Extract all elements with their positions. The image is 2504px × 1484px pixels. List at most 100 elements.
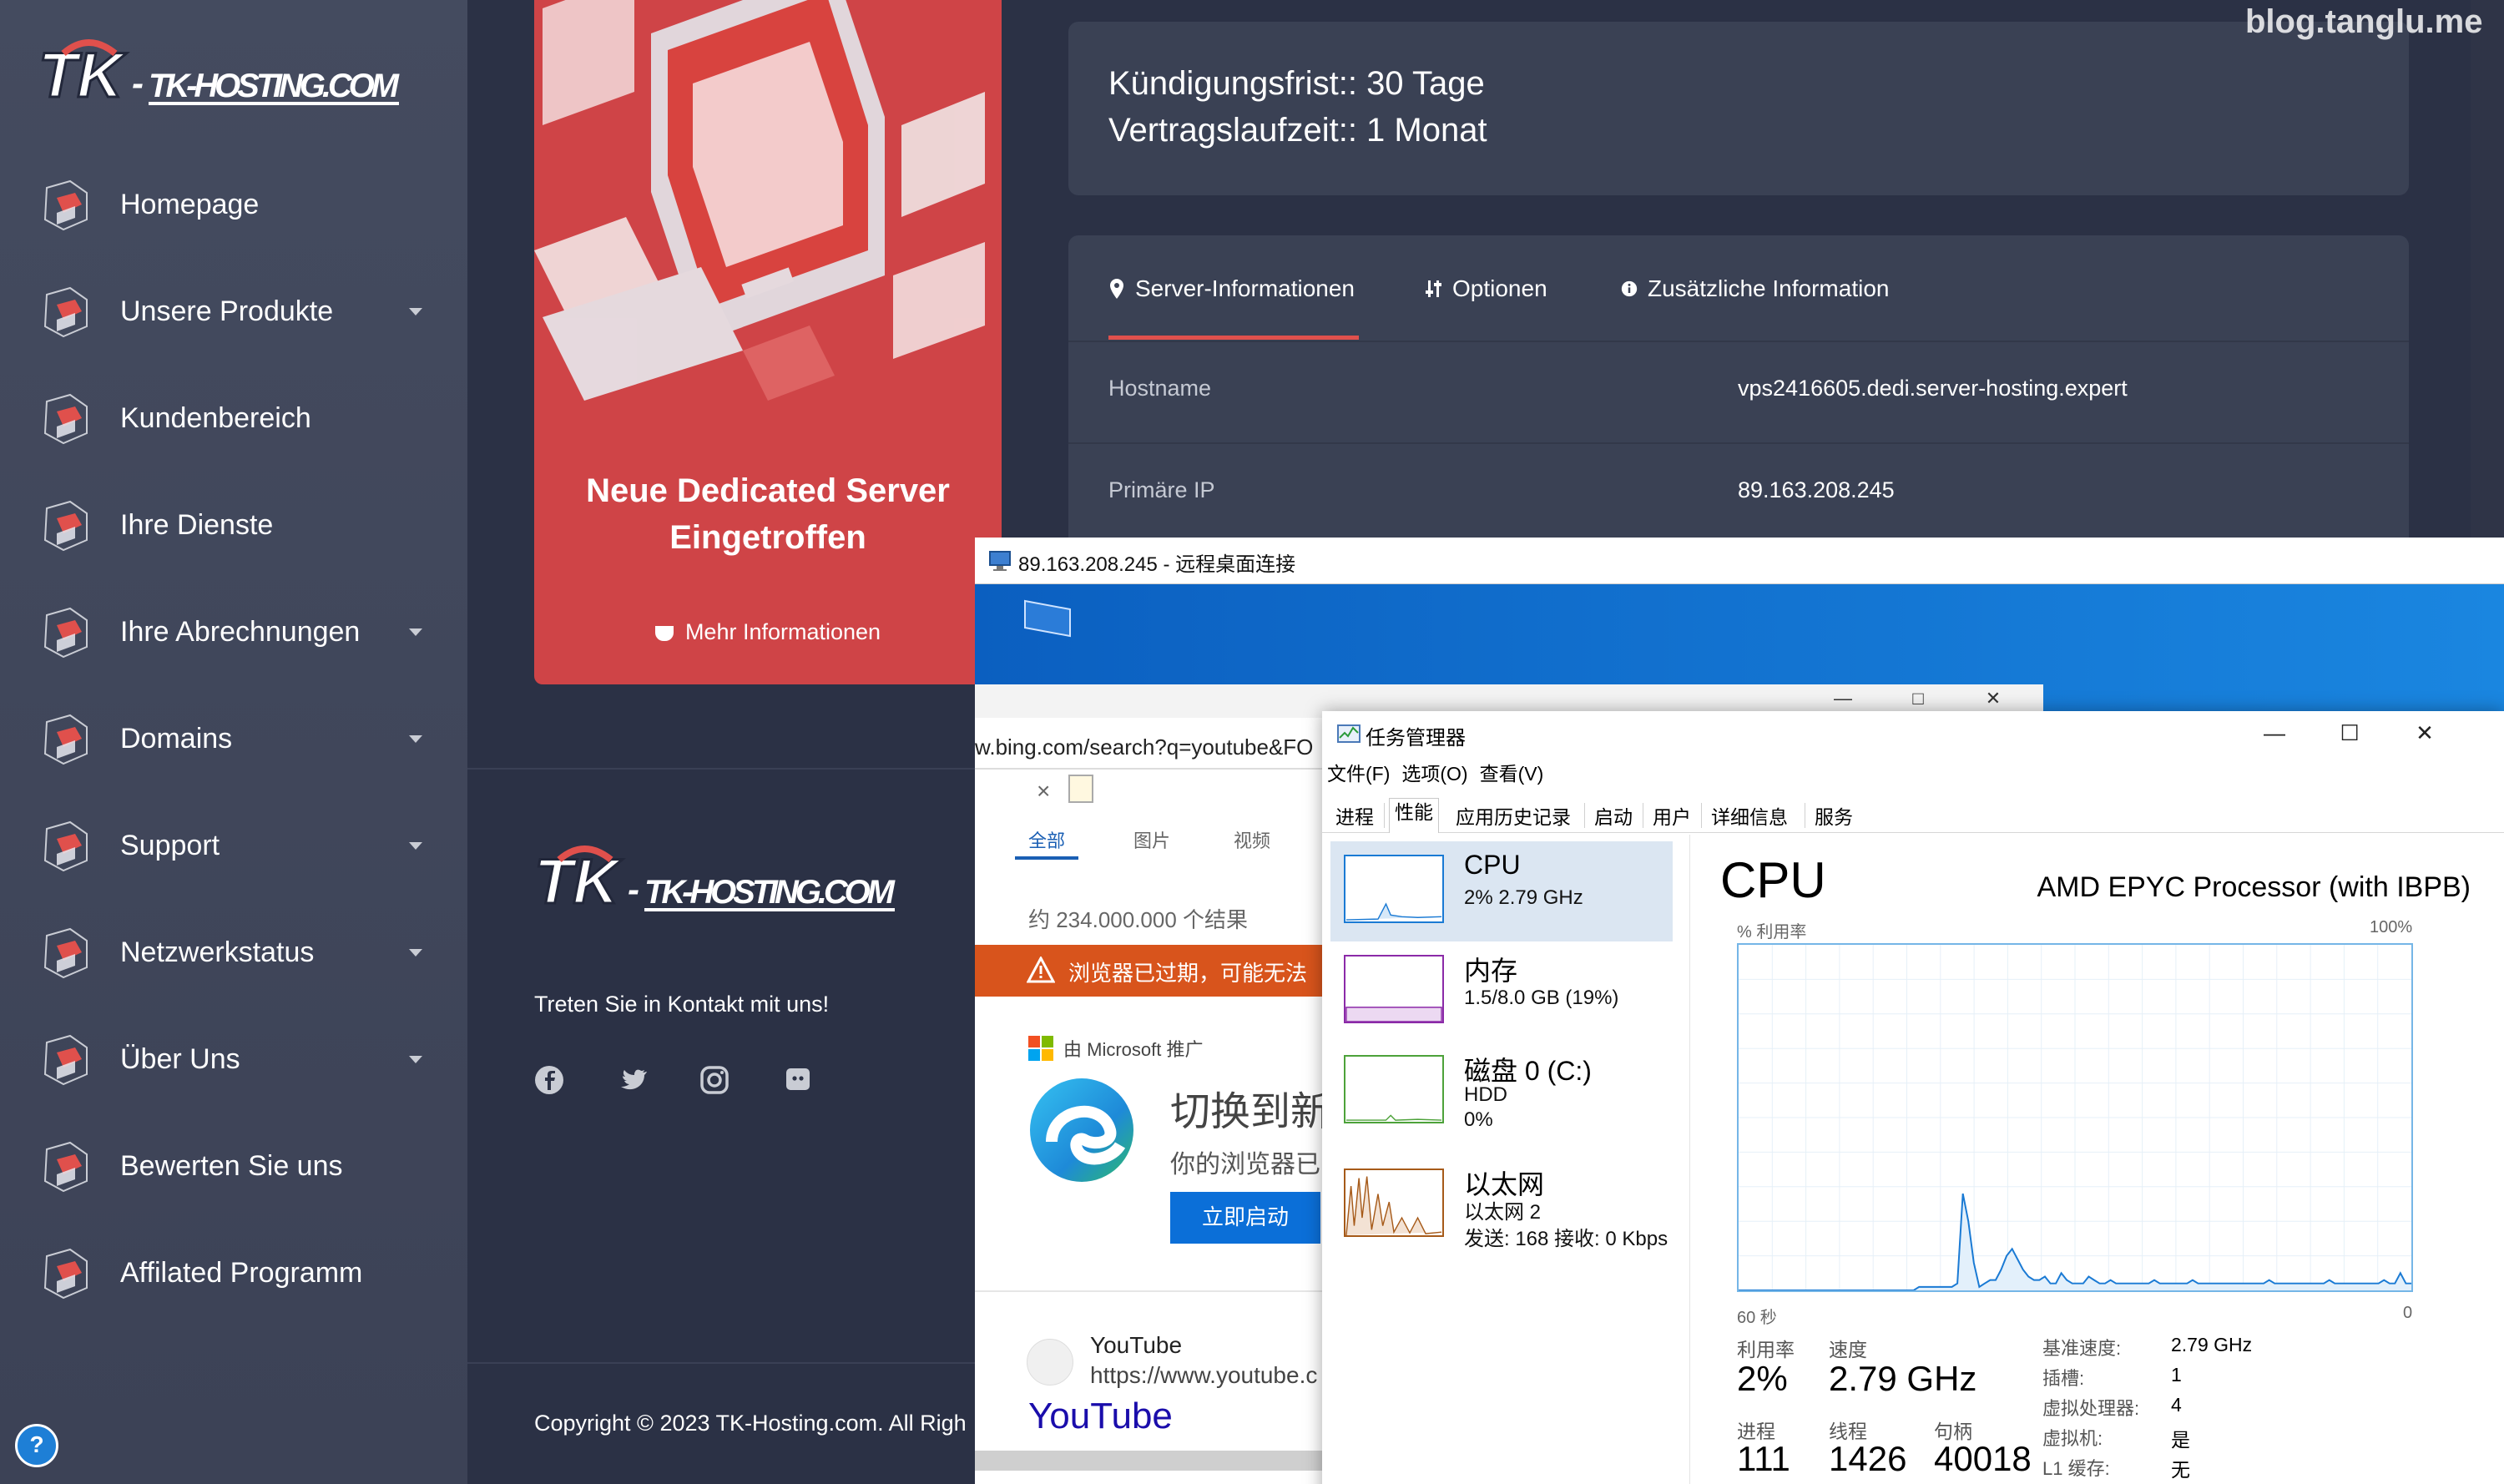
ad-subline: 你的浏览器已 bbox=[1170, 1150, 1320, 1179]
y-axis-max: 100% bbox=[2370, 918, 2413, 936]
sidebar-item-netzwerkstatus[interactable]: Netzwerkstatus bbox=[0, 908, 467, 1000]
warning-icon bbox=[1027, 957, 1055, 983]
facebook-icon[interactable] bbox=[534, 1065, 564, 1095]
base-speed-value: 2.79 GHz bbox=[2171, 1334, 2253, 1355]
edge-logo-icon bbox=[1030, 1078, 1133, 1182]
sidebar-item-support[interactable]: Support bbox=[0, 801, 467, 893]
cpu-performance-panel: CPU AMD EPYC Processor (with IBPB) % 利用率… bbox=[1689, 835, 2504, 1484]
sidebar-item-ihre-abrechnungen[interactable]: Ihre Abrechnungen bbox=[0, 588, 467, 679]
footer-brand-logo[interactable]: TK - TK-HOSTING.COM bbox=[534, 843, 901, 923]
sidebar-item-bewerten-sie-uns[interactable]: Bewerten Sie uns bbox=[0, 1122, 467, 1214]
minimize-button[interactable]: — bbox=[2237, 716, 2312, 750]
cancellation-notice: Kündigungsfrist:: 30 Tage bbox=[1108, 65, 1485, 102]
discord-icon[interactable] bbox=[783, 1065, 813, 1095]
tab-processes[interactable]: 进程 bbox=[1330, 801, 1379, 830]
sidebar-item-unsere-produkte[interactable]: Unsere Produkte bbox=[0, 267, 467, 359]
brand-logo[interactable]: TK - TK-HOSTING.COM bbox=[38, 37, 406, 117]
svg-text:TK-HOSTING.COM: TK-HOSTING.COM bbox=[149, 68, 401, 104]
x-axis-left: 60 秒 bbox=[1737, 1309, 1777, 1327]
chevron-down-icon[interactable] bbox=[409, 628, 422, 636]
chart-icon bbox=[43, 1248, 88, 1300]
speed-label: 速度 bbox=[1829, 1339, 1867, 1360]
menu-file[interactable]: 文件(F) bbox=[1327, 758, 1390, 791]
remote-desktop-background: — □ ✕ w.bing.com/search?q=youtube&FO × 全… bbox=[975, 584, 2504, 1484]
tab-server-information[interactable]: Server-Informationen bbox=[1108, 275, 1355, 302]
tab-details[interactable]: 详细信息 bbox=[1706, 801, 1793, 830]
instagram-icon[interactable] bbox=[699, 1065, 729, 1095]
microsoft-ad-label: 由 Microsoft 推广 bbox=[1028, 1035, 1203, 1062]
rdp-title-bar[interactable]: 89.163.208.245 - 远程桌面连接 bbox=[975, 538, 2504, 584]
virtual-processors-value: 4 bbox=[2171, 1394, 2182, 1416]
virtual-machine-label: 虚拟机: bbox=[2042, 1428, 2103, 1449]
sidebar-item-über-uns[interactable]: Über Uns bbox=[0, 1015, 467, 1107]
sockets-label: 插槽: bbox=[2042, 1368, 2085, 1389]
close-tab-icon[interactable]: × bbox=[1037, 778, 1050, 805]
tab-users[interactable]: 用户 bbox=[1648, 801, 1696, 830]
menu-view[interactable]: 查看(V) bbox=[1480, 758, 1544, 791]
rdp-title: 89.163.208.245 - 远程桌面连接 bbox=[1018, 553, 1296, 576]
address-bar[interactable]: w.bing.com/search?q=youtube&FO bbox=[975, 734, 1313, 760]
support-icon bbox=[43, 820, 88, 872]
menu-options[interactable]: 选项(O) bbox=[1401, 758, 1467, 791]
remote-desktop-window[interactable]: 89.163.208.245 - 远程桌面连接 — □ ✕ w.bing.com… bbox=[975, 538, 2504, 1484]
l1-cache-label: L1 缓存: bbox=[2042, 1458, 2110, 1479]
tab-startup[interactable]: 启动 bbox=[1589, 801, 1638, 830]
task-manager-title-bar[interactable]: 任务管理器 — ☐ ✕ bbox=[1322, 711, 2504, 755]
close-button[interactable]: ✕ bbox=[2387, 716, 2462, 750]
primary-ip-label: Primäre IP bbox=[1108, 477, 1215, 502]
chevron-down-icon[interactable] bbox=[409, 1056, 422, 1063]
remote-desktop-icon bbox=[989, 551, 1011, 571]
box-icon bbox=[43, 286, 88, 338]
contact-text: Treten Sie in Kontakt mit uns! bbox=[534, 992, 830, 1017]
sidebar-item-homepage[interactable]: Homepage bbox=[0, 160, 467, 252]
sidebar: TK - TK-HOSTING.COM Homepage Unsere Produ… bbox=[0, 0, 467, 1484]
new-tab-icon[interactable] bbox=[1068, 775, 1093, 803]
threads-value: 1426 bbox=[1829, 1439, 1907, 1478]
tab-images[interactable]: 图片 bbox=[1133, 826, 1170, 853]
tab-options[interactable]: Optionen bbox=[1426, 275, 1547, 302]
sidebar-item-affilated-programm[interactable]: Affilated Programm bbox=[0, 1229, 467, 1320]
twitter-icon[interactable] bbox=[618, 1065, 648, 1095]
primary-ip-value: 89.163.208.245 bbox=[1738, 477, 1895, 502]
svg-text:-: - bbox=[132, 63, 144, 103]
tab-services[interactable]: 服务 bbox=[1810, 801, 1858, 830]
menu-bar: 文件(F) 选项(O) 查看(V) bbox=[1327, 758, 1543, 791]
base-speed-label: 基准速度: bbox=[2042, 1338, 2122, 1359]
more-info-link[interactable]: Mehr Informationen bbox=[534, 619, 1002, 645]
tab-app-history[interactable]: 应用历史记录 bbox=[1451, 801, 1576, 830]
tab-performance[interactable]: 性能 bbox=[1389, 798, 1439, 833]
sliders-icon bbox=[1426, 280, 1441, 297]
chevron-down-icon[interactable] bbox=[409, 735, 422, 743]
sidebar-item-domains[interactable]: Domains bbox=[0, 694, 467, 786]
tab-all[interactable]: 全部 bbox=[1028, 826, 1065, 853]
result-count: 约 234.000.000 个结果 bbox=[1028, 907, 1249, 932]
sidebar-item-kundenbereich[interactable]: Kundenbereich bbox=[0, 374, 467, 466]
cup-icon bbox=[654, 626, 674, 641]
sidebar-item-ihre-dienste[interactable]: Ihre Dienste bbox=[0, 481, 467, 573]
info-icon bbox=[1621, 280, 1638, 297]
rating-icon bbox=[43, 1141, 88, 1193]
help-icon[interactable]: ? bbox=[15, 1424, 58, 1467]
cpu-utilization-graph bbox=[1737, 943, 2413, 1292]
task-manager-window[interactable]: 任务管理器 — ☐ ✕ 文件(F) 选项(O) 查看(V) 进程 性能 应用历史… bbox=[1322, 711, 2504, 1484]
result-url[interactable]: https://www.youtube.c bbox=[1090, 1362, 1317, 1389]
computer-icon[interactable] bbox=[1022, 598, 1077, 639]
resource-cpu[interactable]: CPU 2% 2.79 GHz bbox=[1330, 841, 1673, 941]
promo-banner[interactable]: Neue Dedicated Server Eingetroffen Mehr … bbox=[534, 0, 1002, 684]
chevron-down-icon[interactable] bbox=[409, 842, 422, 850]
chevron-down-icon[interactable] bbox=[409, 949, 422, 957]
utilization-label: 利用率 bbox=[1737, 1339, 1795, 1360]
tab-additional-information[interactable]: Zusätzliche Information bbox=[1621, 275, 1889, 302]
tab-videos[interactable]: 视频 bbox=[1234, 826, 1270, 853]
hostname-label: Hostname bbox=[1108, 376, 1212, 401]
ad-headline: 切换到新 bbox=[1170, 1088, 1331, 1135]
resource-memory[interactable]: 内存 1.5/8.0 GB (19%) bbox=[1330, 941, 1673, 1042]
resource-ethernet[interactable]: 以太网 以太网 2 发送: 168 接收: 0 Kbps bbox=[1330, 1155, 1673, 1264]
copyright-text: Copyright © 2023 TK-Hosting.com. All Rig… bbox=[534, 1411, 967, 1436]
chevron-down-icon[interactable] bbox=[409, 308, 422, 315]
launch-now-button[interactable]: 立即启动 bbox=[1170, 1192, 1320, 1244]
result-title-link[interactable]: YouTube bbox=[1028, 1396, 1173, 1437]
maximize-button[interactable]: ☐ bbox=[2312, 716, 2387, 750]
disk-mini-graph bbox=[1344, 1055, 1444, 1123]
resource-disk[interactable]: 磁盘 0 (C:) HDD 0% bbox=[1330, 1042, 1673, 1142]
